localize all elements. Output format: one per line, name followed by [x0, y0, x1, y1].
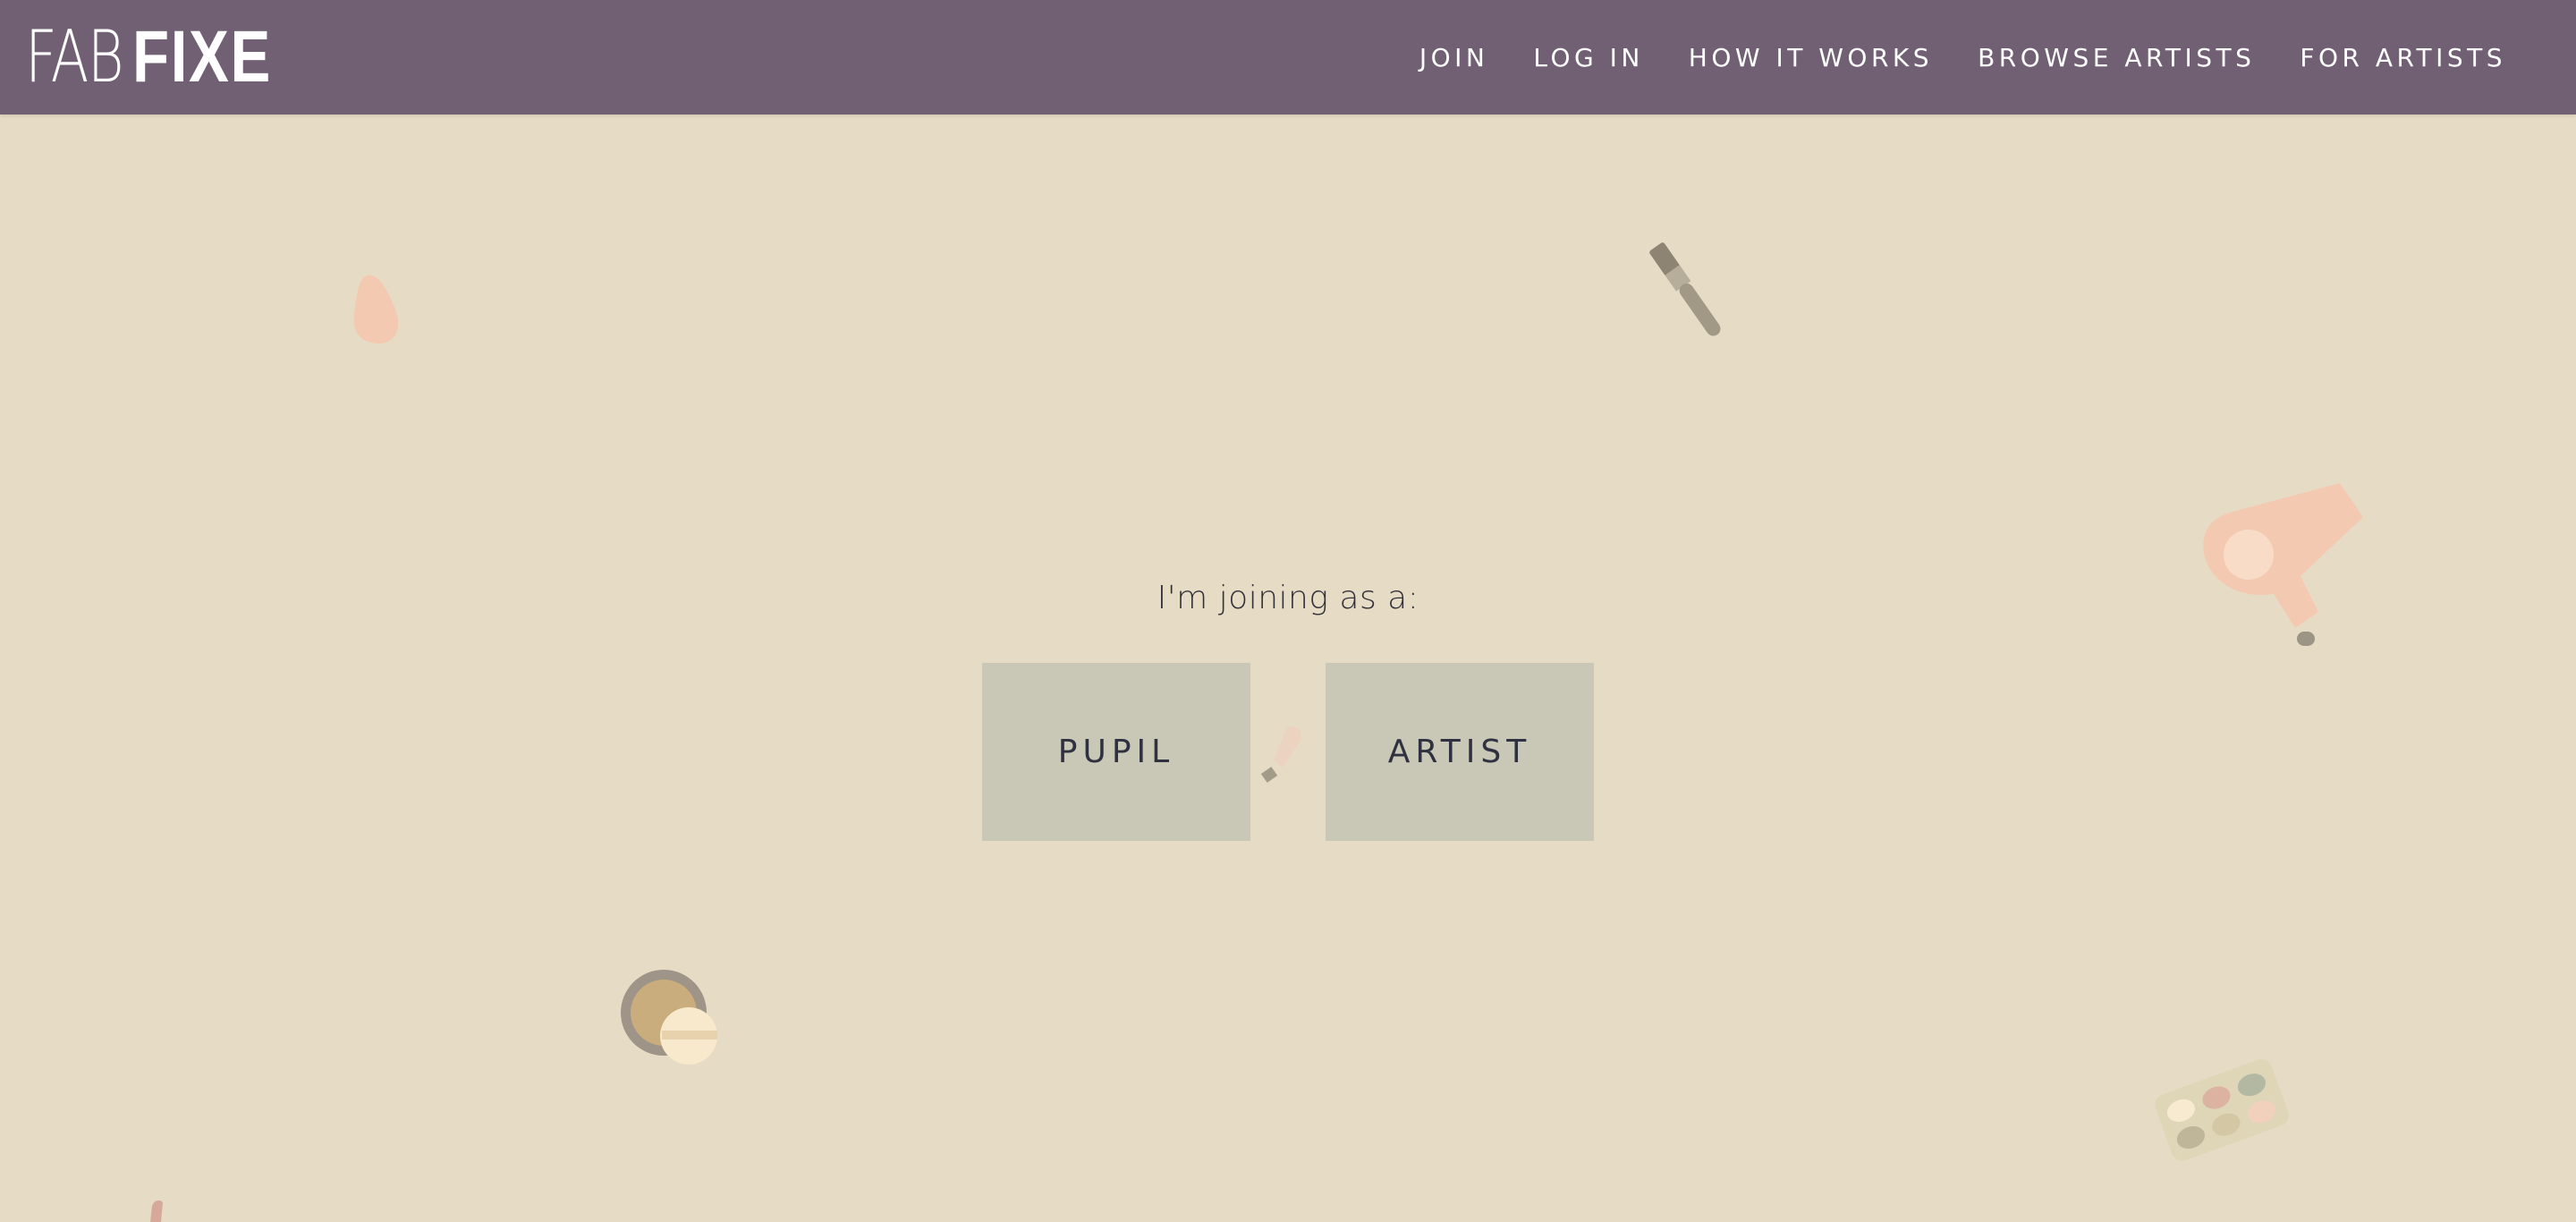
makeup-brush-icon — [1649, 242, 1721, 336]
hair-dryer-icon — [2203, 483, 2363, 646]
lipstick-icon — [150, 1200, 163, 1222]
artist-button-label: ARTIST — [1387, 734, 1532, 770]
logo-text-light: FAB — [25, 15, 124, 98]
logo-text-bold: FIXE — [132, 16, 273, 98]
nav-login-link[interactable]: LOG IN — [1533, 43, 1643, 72]
nav-join-link[interactable]: JOIN — [1419, 43, 1489, 72]
fabfixe-logo[interactable]: FAB FIXE — [25, 20, 302, 95]
artist-button[interactable]: ARTIST — [1326, 663, 1594, 841]
compact-powder-icon — [621, 970, 717, 1065]
nav-for-artists-link[interactable]: FOR ARTISTS — [2300, 43, 2506, 72]
nav-how-it-works-link[interactable]: HOW IT WORKS — [1689, 43, 1933, 72]
pupil-button-label: PUPIL — [1057, 734, 1175, 770]
small-brush-icon — [1260, 726, 1301, 783]
eyeshadow-palette-icon — [2155, 1058, 2289, 1161]
main-nav: JOIN LOG IN HOW IT WORKS BROWSE ARTISTS … — [1375, 0, 2506, 115]
joining-as-prompt: I'm joining as a: — [1157, 580, 1419, 616]
sponge-icon — [353, 275, 399, 344]
page: FAB FIXE JOIN LOG IN HOW IT WORKS BROWSE… — [0, 0, 2576, 1222]
top-navigation-bar: FAB FIXE JOIN LOG IN HOW IT WORKS BROWSE… — [0, 0, 2576, 115]
pupil-button[interactable]: PUPIL — [982, 663, 1250, 841]
nav-browse-artists-link[interactable]: BROWSE ARTISTS — [1978, 43, 2255, 72]
